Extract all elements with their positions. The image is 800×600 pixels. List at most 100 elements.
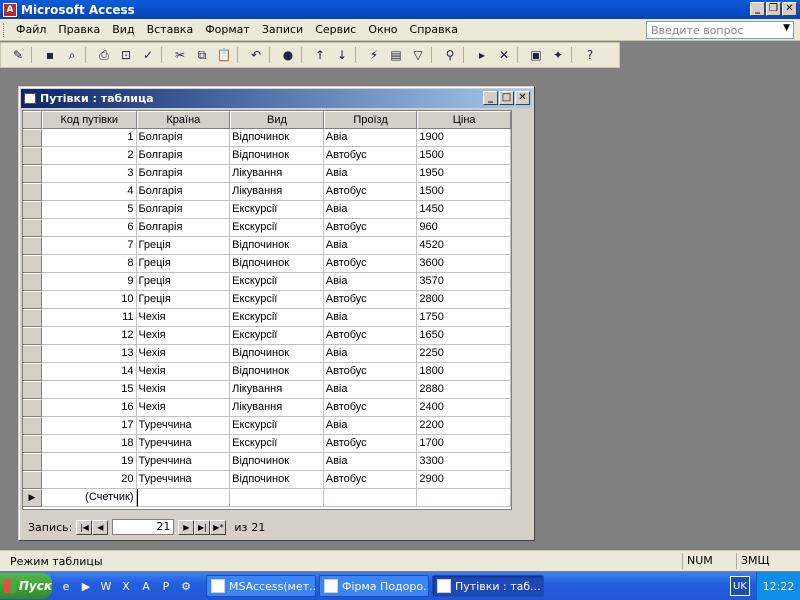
print-preview-icon[interactable]: ⊡ xyxy=(115,45,137,65)
table-cell[interactable]: Автобус xyxy=(323,219,418,237)
search-file-icon[interactable]: ⌕ xyxy=(61,45,83,65)
table-row[interactable]: 14 Чехія Відпочинок Автобус 1800 xyxy=(23,363,511,381)
table-cell[interactable]: Чехія xyxy=(136,399,231,417)
prev-record-button[interactable]: ◀ xyxy=(92,519,109,535)
table-cell[interactable]: Відпочинок xyxy=(230,345,324,363)
vertical-scroll-area[interactable] xyxy=(512,110,529,510)
menu-insert[interactable]: Вставка xyxy=(141,21,200,38)
table-cell[interactable]: 2400 xyxy=(417,399,511,417)
table-row[interactable]: 1 Болгарія Відпочинок Авіа 1900 xyxy=(23,129,511,147)
table-row[interactable]: 10 Греція Екскурсії Автобус 2800 xyxy=(23,291,511,309)
table-row[interactable]: 19 Туреччина Відпочинок Авіа 3300 xyxy=(23,453,511,471)
ask-question-input[interactable]: Введите вопрос ▼ xyxy=(646,21,794,39)
column-header-transport[interactable]: Проїзд xyxy=(323,111,418,129)
menu-help[interactable]: Справка xyxy=(404,21,464,38)
table-cell[interactable] xyxy=(417,489,511,507)
table-cell[interactable]: 11 xyxy=(41,309,137,327)
table-cell[interactable]: Болгарія xyxy=(136,183,231,201)
table-cell[interactable]: 3 xyxy=(41,165,137,183)
table-cell[interactable]: 7 xyxy=(41,237,137,255)
table-cell[interactable]: Лікування xyxy=(230,381,324,399)
table-cell[interactable]: Чехія xyxy=(136,327,231,345)
table-cell[interactable]: Екскурсії xyxy=(230,291,324,309)
table-cell[interactable]: Екскурсії xyxy=(230,201,324,219)
table-row[interactable]: 9 Греція Екскурсії Авіа 3570 xyxy=(23,273,511,291)
apply-filter-icon[interactable]: ▽ xyxy=(407,45,429,65)
table-cell[interactable]: Екскурсії xyxy=(230,309,324,327)
table-cell[interactable]: Авіа xyxy=(323,165,418,183)
next-record-button[interactable]: ▶ xyxy=(178,519,195,535)
table-row[interactable]: 17 Туреччина Екскурсії Авіа 2200 xyxy=(23,417,511,435)
table-cell[interactable]: 960 xyxy=(417,219,511,237)
minimize-button[interactable]: _ xyxy=(750,2,765,16)
quicklaunch-media-icon[interactable]: ▶ xyxy=(76,576,96,596)
start-button[interactable]: Пуск xyxy=(0,573,52,599)
table-cell[interactable]: Автобус xyxy=(323,363,418,381)
table-cell[interactable]: Авіа xyxy=(323,237,418,255)
table-cell[interactable]: Відпочинок xyxy=(230,255,324,273)
menu-records[interactable]: Записи xyxy=(256,21,309,38)
table-cell[interactable]: 2800 xyxy=(417,291,511,309)
table-cell[interactable]: Відпочинок xyxy=(230,363,324,381)
first-record-button[interactable]: |◀ xyxy=(76,519,93,535)
table-row[interactable]: 4 Болгарія Лікування Автобус 1500 xyxy=(23,183,511,201)
table-cell[interactable]: 6 xyxy=(41,219,137,237)
sort-ascending-icon[interactable]: ↑ xyxy=(309,45,331,65)
find-icon[interactable]: ⚲ xyxy=(439,45,461,65)
column-header-type[interactable]: Вид xyxy=(230,111,324,129)
table-row[interactable]: 6 Болгарія Екскурсії Автобус 960 xyxy=(23,219,511,237)
table-cell[interactable]: 1800 xyxy=(417,363,511,381)
row-selector[interactable] xyxy=(23,417,42,435)
table-cell[interactable]: 14 xyxy=(41,363,137,381)
select-all-corner[interactable] xyxy=(23,111,42,129)
row-selector[interactable] xyxy=(23,309,42,327)
table-cell[interactable]: Греція xyxy=(136,273,231,291)
table-cell[interactable]: Відпочинок xyxy=(230,147,324,165)
new-record-row[interactable]: ▶ (Счетчик) xyxy=(23,489,511,507)
table-cell[interactable]: 2 xyxy=(41,147,137,165)
row-selector[interactable] xyxy=(23,381,42,399)
table-cell[interactable]: Авіа xyxy=(323,453,418,471)
table-cell[interactable]: 1950 xyxy=(417,165,511,183)
column-header-code[interactable]: Код путівки xyxy=(41,111,137,129)
table-row[interactable]: 2 Болгарія Відпочинок Автобус 1500 xyxy=(23,147,511,165)
table-cell[interactable]: Екскурсії xyxy=(230,435,324,453)
quicklaunch-tool-icon[interactable]: ⚙ xyxy=(176,576,196,596)
table-cell[interactable]: 17 xyxy=(41,417,137,435)
row-selector[interactable] xyxy=(23,147,42,165)
table-cell[interactable]: 10 xyxy=(41,291,137,309)
table-cell[interactable]: 2880 xyxy=(417,381,511,399)
row-selector[interactable] xyxy=(23,363,42,381)
undo-icon[interactable]: ↶ xyxy=(245,45,267,65)
new-record-button[interactable]: ▶* xyxy=(210,519,227,535)
table-cell[interactable]: 5 xyxy=(41,201,137,219)
table-cell[interactable]: 1500 xyxy=(417,147,511,165)
task-msaccess[interactable]: MSAccess(мет... xyxy=(206,575,316,597)
table-cell[interactable]: 15 xyxy=(41,381,137,399)
task-putivky[interactable]: Путівки : таб... xyxy=(432,575,544,597)
table-cell[interactable]: 3570 xyxy=(417,273,511,291)
table-cell[interactable]: 1650 xyxy=(417,327,511,345)
table-cell[interactable]: Автобус xyxy=(323,399,418,417)
table-cell[interactable]: 1 xyxy=(41,129,137,147)
table-row[interactable]: 3 Болгарія Лікування Авіа 1950 xyxy=(23,165,511,183)
row-selector[interactable] xyxy=(23,201,42,219)
chevron-down-icon[interactable]: ▼ xyxy=(783,23,790,33)
row-selector[interactable] xyxy=(23,471,42,489)
column-header-country[interactable]: Країна xyxy=(136,111,231,129)
table-cell[interactable] xyxy=(136,489,231,507)
menu-edit[interactable]: Правка xyxy=(52,21,106,38)
table-cell[interactable]: Лікування xyxy=(230,183,324,201)
table-row[interactable]: 11 Чехія Екскурсії Авіа 1750 xyxy=(23,309,511,327)
table-cell[interactable]: Авіа xyxy=(323,381,418,399)
cut-icon[interactable]: ✂ xyxy=(169,45,191,65)
copy-icon[interactable]: ⧉ xyxy=(191,45,213,65)
table-row[interactable]: 12 Чехія Екскурсії Автобус 1650 xyxy=(23,327,511,345)
table-cell[interactable]: 20 xyxy=(41,471,137,489)
table-cell[interactable]: Відпочинок xyxy=(230,237,324,255)
sort-descending-icon[interactable]: ↓ xyxy=(331,45,353,65)
table-cell[interactable]: Автобус xyxy=(323,471,418,489)
menu-tools[interactable]: Сервис xyxy=(309,21,362,38)
delete-record-icon[interactable]: ✕ xyxy=(493,45,515,65)
row-selector[interactable] xyxy=(23,399,42,417)
